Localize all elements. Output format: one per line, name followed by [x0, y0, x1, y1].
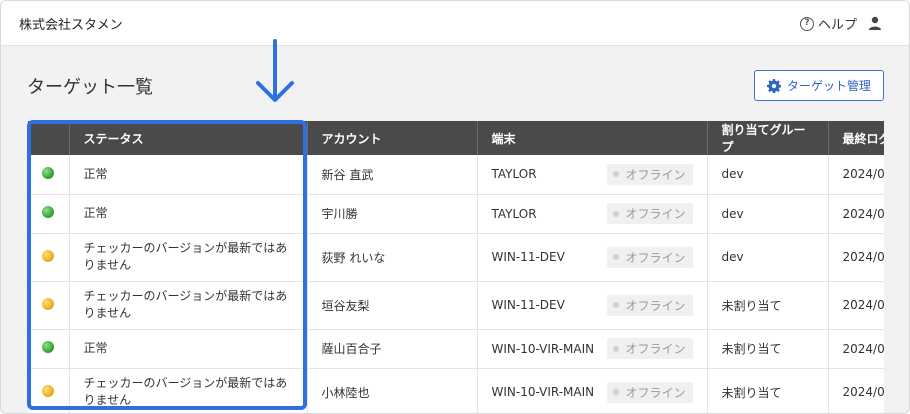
- account-cell[interactable]: 新谷 直武: [307, 155, 478, 195]
- company-name: 株式会社スタメン: [19, 18, 123, 33]
- offline-badge: オフライン: [607, 294, 693, 316]
- account-cell[interactable]: 宇川勝: [307, 194, 478, 234]
- top-bar: 株式会社スタメン ? ヘルプ: [1, 1, 909, 46]
- status-indicator-green: [42, 206, 55, 218]
- target-manage-button[interactable]: ターゲット管理: [754, 70, 884, 101]
- terminal-name[interactable]: WIN-11-DEV: [492, 298, 565, 312]
- status-indicator-cell: [28, 155, 70, 195]
- offline-dot-icon: [613, 210, 620, 217]
- table-row[interactable]: チェッカーのバージョンが最新ではありません 垣谷友梨 WIN-11-DEV オフラ…: [28, 281, 884, 330]
- group-cell: 未割り当て: [707, 368, 829, 413]
- status-cell: 正常: [69, 194, 308, 234]
- help-label: ヘルプ: [817, 18, 857, 33]
- status-text: チェッカーのバージョンが最新ではありません: [83, 376, 288, 407]
- column-header-terminal[interactable]: 端末: [477, 121, 708, 155]
- offline-dot-icon: [613, 171, 620, 178]
- offline-dot-icon: [613, 254, 620, 260]
- column-header-group[interactable]: 割り当てグループ: [707, 121, 829, 155]
- last-login-cell: 2024/04: [828, 281, 884, 330]
- terminal-name[interactable]: WIN-11-DEV: [492, 250, 565, 264]
- status-cell: チェッカーのバージョンが最新ではありません: [69, 281, 308, 330]
- column-header-last-login[interactable]: 最終ログ: [828, 121, 884, 155]
- offline-label: オフライン: [625, 298, 686, 313]
- help-link[interactable]: ? ヘルプ: [799, 14, 857, 33]
- table-row[interactable]: チェッカーのバージョンが最新ではありません 荻野 れいな WIN-11-DEV オ…: [28, 233, 884, 282]
- account-cell[interactable]: 荻野 れいな: [307, 233, 478, 282]
- gear-icon: [766, 78, 781, 93]
- last-login-cell: 2024/04: [828, 155, 884, 195]
- group-cell: dev: [707, 233, 829, 282]
- offline-dot-icon: [613, 302, 620, 308]
- account-cell[interactable]: 薩山百合子: [307, 329, 478, 369]
- offline-label: オフライン: [625, 250, 686, 265]
- status-text: チェッカーのバージョンが最新ではありません: [83, 289, 288, 320]
- offline-label: オフライン: [625, 342, 686, 356]
- terminal-cell: WIN-10-VIR-MAIN オフライン: [477, 329, 708, 369]
- account-cell[interactable]: 小林陸也: [307, 368, 478, 413]
- status-indicator-yellow: [42, 297, 55, 310]
- status-cell: 正常: [69, 329, 308, 369]
- column-header-account[interactable]: アカウント: [307, 121, 478, 155]
- status-indicator-cell: [28, 194, 70, 234]
- status-text: 正常: [83, 341, 108, 355]
- table-row[interactable]: 正常 薩山百合子 WIN-10-VIR-MAIN オフライン 未割り当て 2024…: [28, 329, 884, 369]
- terminal-cell: WIN-11-DEV オフライン: [477, 233, 708, 282]
- terminal-name[interactable]: TAYLOR: [492, 167, 537, 181]
- group-cell: dev: [707, 194, 829, 234]
- status-text: 正常: [83, 206, 108, 220]
- last-login-cell: 2024/04: [828, 233, 884, 282]
- last-login-cell: 2024/04: [828, 194, 884, 234]
- table-row[interactable]: チェッカーのバージョンが最新ではありません 小林陸也 WIN-10-VIR-MA…: [28, 368, 884, 413]
- status-text: 正常: [83, 166, 108, 181]
- page-title: ターゲット一覧: [27, 77, 153, 98]
- column-header-status[interactable]: ステータス: [69, 121, 308, 155]
- target-table: ステータス アカウント 端末 割り当てグループ 最終ログ 正常 新谷 直武 TA…: [28, 121, 884, 413]
- terminal-name[interactable]: WIN-10-VIR-MAIN: [492, 385, 595, 399]
- terminal-cell: WIN-11-DEV オフライン: [477, 281, 708, 330]
- offline-badge: オフライン: [607, 163, 693, 185]
- offline-label: オフライン: [625, 167, 686, 182]
- status-cell: チェッカーのバージョンが最新ではありません: [69, 368, 308, 413]
- offline-badge: オフライン: [607, 338, 693, 359]
- offline-label: オフライン: [625, 207, 686, 221]
- arrow-down-icon: [256, 39, 294, 102]
- status-indicator-cell: [28, 329, 70, 369]
- terminal-cell: WIN-10-VIR-MAIN オフライン: [477, 368, 708, 413]
- table-header-row: ステータス アカウント 端末 割り当てグループ 最終ログ: [28, 121, 884, 155]
- table-row[interactable]: 正常 宇川勝 TAYLOR オフライン dev 2024/04: [28, 194, 884, 234]
- account-cell[interactable]: 垣谷友梨: [307, 281, 478, 330]
- terminal-name[interactable]: TAYLOR: [492, 207, 537, 221]
- status-indicator-green: [42, 341, 55, 353]
- target-manage-label: ターゲット管理: [786, 79, 871, 93]
- status-indicator-green: [42, 166, 55, 179]
- group-cell: 未割り当て: [707, 281, 829, 330]
- terminal-name[interactable]: WIN-10-VIR-MAIN: [492, 342, 595, 356]
- group-cell: 未割り当て: [707, 329, 829, 369]
- table-row[interactable]: 正常 新谷 直武 TAYLOR オフライン dev 2024/04: [28, 155, 884, 195]
- status-cell: 正常: [69, 155, 308, 195]
- status-text: チェッカーのバージョンが最新ではありません: [83, 241, 288, 272]
- offline-badge: オフライン: [607, 381, 693, 403]
- target-table-container: ステータス アカウント 端末 割り当てグループ 最終ログ 正常 新谷 直武 TA…: [28, 121, 884, 413]
- offline-badge: オフライン: [607, 246, 693, 268]
- terminal-cell: TAYLOR オフライン: [477, 194, 708, 234]
- status-indicator-yellow: [42, 384, 55, 397]
- offline-badge: オフライン: [607, 203, 693, 224]
- status-indicator-cell: [28, 368, 70, 413]
- status-indicator-cell: [28, 233, 70, 282]
- terminal-cell: TAYLOR オフライン: [477, 155, 708, 195]
- user-icon[interactable]: [867, 15, 883, 31]
- status-indicator-yellow: [42, 249, 55, 262]
- last-login-cell: 2024/03: [828, 368, 884, 413]
- help-icon: ?: [799, 16, 814, 31]
- app-window: 株式会社スタメン ? ヘルプ ターゲット一覧 ターゲット管理 ステータス アカウ…: [0, 0, 910, 414]
- column-header-indicator: [28, 121, 70, 155]
- group-cell: dev: [707, 155, 829, 195]
- offline-dot-icon: [613, 389, 620, 395]
- status-cell: チェッカーのバージョンが最新ではありません: [69, 233, 308, 282]
- offline-label: オフライン: [625, 385, 686, 400]
- status-indicator-cell: [28, 281, 70, 330]
- last-login-cell: 2024/04: [828, 329, 884, 369]
- offline-dot-icon: [613, 345, 620, 352]
